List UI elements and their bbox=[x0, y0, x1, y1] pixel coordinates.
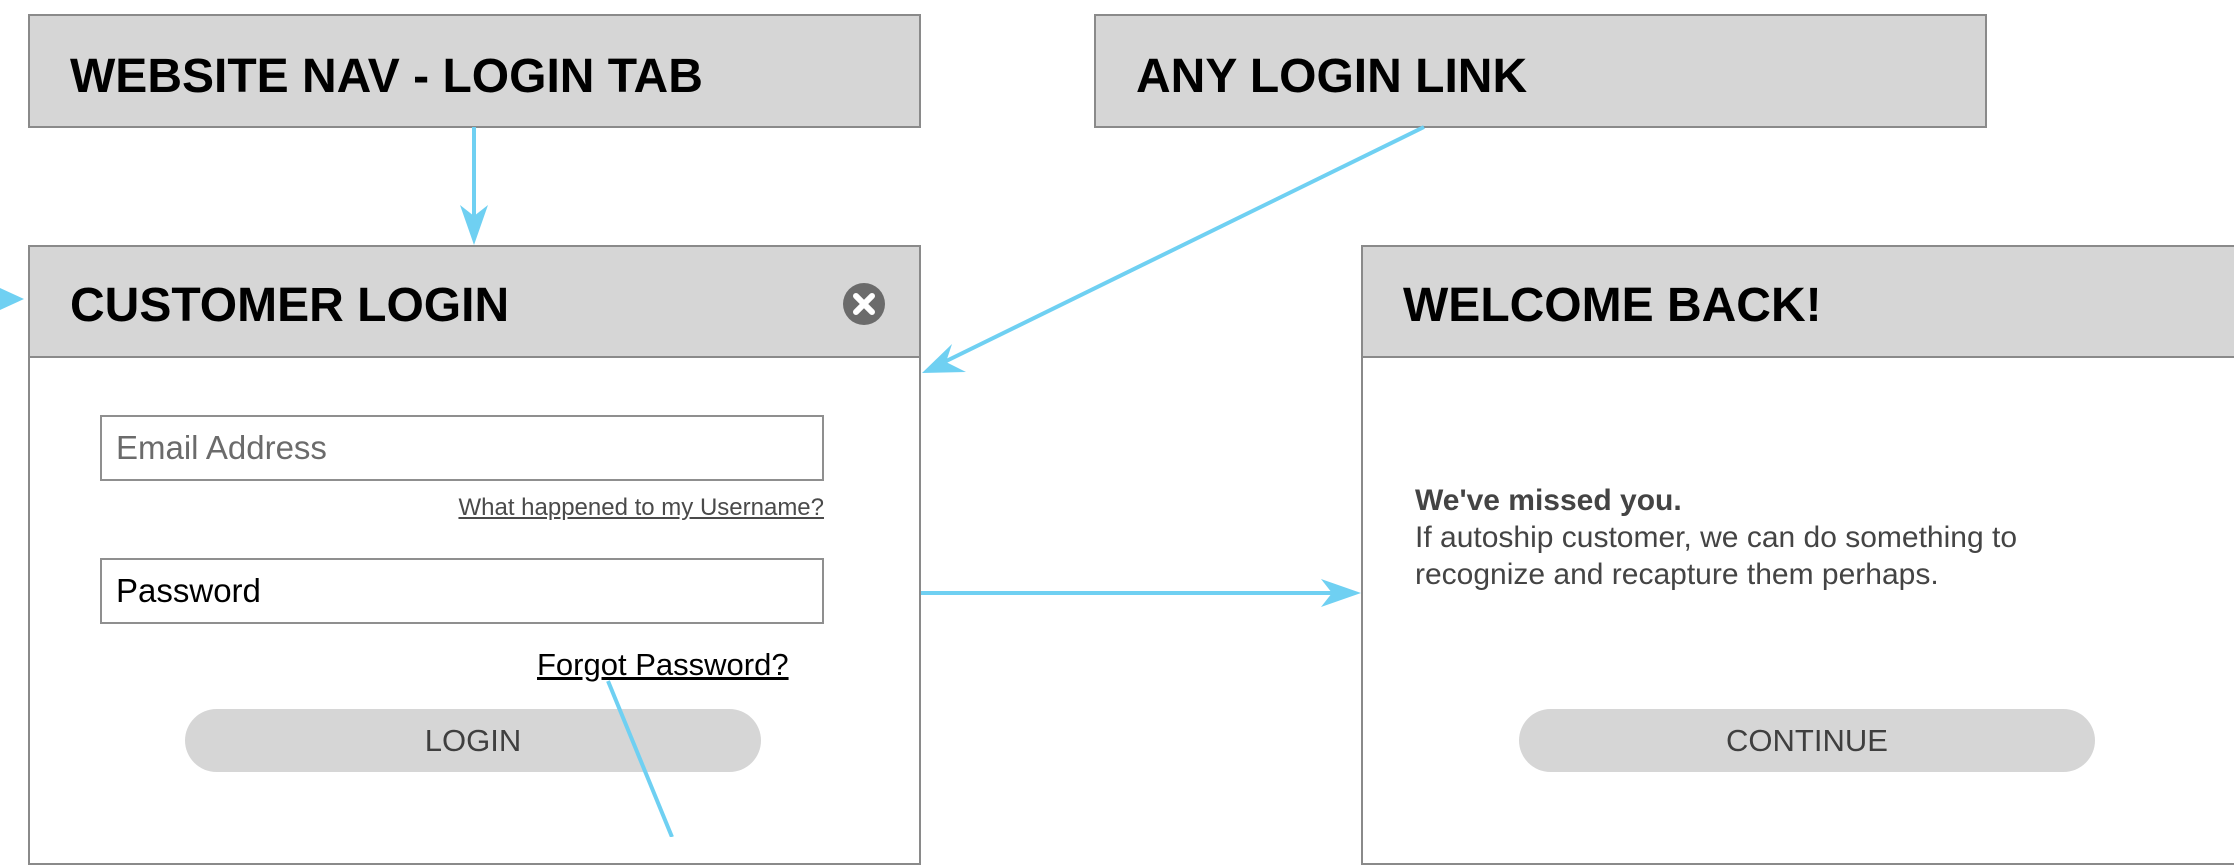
welcome-back-message-line-1: If autoship customer, we can do somethin… bbox=[1415, 521, 2018, 554]
welcome-back-header: WELCOME BACK! bbox=[1363, 247, 2234, 358]
welcome-back-title: WELCOME BACK! bbox=[1403, 279, 1822, 332]
arrowhead-link-to-login bbox=[922, 344, 966, 373]
password-input[interactable] bbox=[100, 558, 824, 624]
welcome-back-message: We've missed you. If autoship customer, … bbox=[1415, 482, 2017, 593]
welcome-back-message-heading: We've missed you. bbox=[1415, 484, 1682, 517]
customer-login-title: CUSTOMER LOGIN bbox=[70, 279, 510, 332]
any-login-link-title: ANY LOGIN LINK bbox=[1136, 50, 1528, 103]
close-icon[interactable] bbox=[843, 283, 885, 325]
login-button[interactable]: LOGIN bbox=[185, 709, 761, 772]
website-nav-login-tab-box: WEBSITE NAV - LOGIN TAB bbox=[28, 14, 921, 128]
continue-button[interactable]: CONTINUE bbox=[1519, 709, 2095, 772]
forgot-password-link[interactable]: Forgot Password? bbox=[537, 647, 789, 683]
username-help-link[interactable]: What happened to my Username? bbox=[458, 494, 824, 522]
arrowhead-login-to-welcome bbox=[1321, 579, 1361, 607]
arrowhead-nav-to-login bbox=[460, 205, 488, 245]
close-x-glyph bbox=[853, 293, 875, 315]
connector-link-to-login bbox=[931, 125, 1425, 370]
arrowhead-incoming-left bbox=[0, 288, 24, 310]
customer-login-header: CUSTOMER LOGIN bbox=[30, 247, 919, 358]
welcome-back-message-line-2: recognize and recapture them perhaps. bbox=[1415, 558, 1939, 591]
website-nav-login-tab-title: WEBSITE NAV - LOGIN TAB bbox=[70, 50, 703, 103]
customer-login-dialog: CUSTOMER LOGIN What happened to my Usern… bbox=[28, 245, 921, 865]
email-address-input[interactable] bbox=[100, 415, 824, 481]
any-login-link-box: ANY LOGIN LINK bbox=[1094, 14, 1987, 128]
welcome-back-dialog: WELCOME BACK! We've missed you. If autos… bbox=[1361, 245, 2234, 865]
